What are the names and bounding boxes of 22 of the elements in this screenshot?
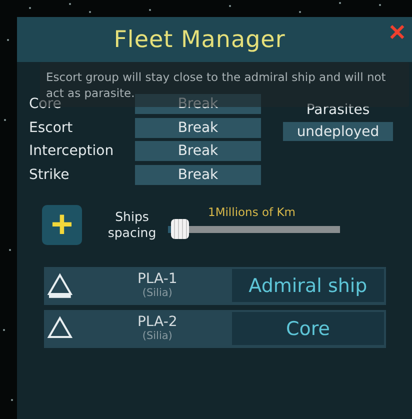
group-label: Interception bbox=[29, 143, 115, 159]
ship-name: PLA-2 bbox=[137, 314, 178, 330]
role-button[interactable]: Admiral ship bbox=[232, 269, 384, 302]
ship-class: (Silia) bbox=[142, 287, 172, 300]
role-button[interactable]: Core bbox=[232, 312, 384, 345]
window-title: Fleet Manager bbox=[114, 26, 286, 52]
ship-row[interactable]: PLA-1 (Silia) Admiral ship bbox=[44, 266, 386, 304]
group-label: Strike bbox=[29, 166, 70, 182]
group-label: Core bbox=[29, 96, 62, 112]
parasites-label: Parasites bbox=[306, 102, 370, 118]
break-button[interactable]: Break bbox=[135, 164, 261, 184]
ship-row[interactable]: PLA-2 (Silia) Core bbox=[44, 310, 386, 348]
spacing-label: Ships spacing bbox=[106, 208, 158, 240]
spacing-reading: 1Millions of Km bbox=[208, 204, 296, 218]
add-button[interactable]: + bbox=[42, 204, 82, 244]
group-label: Escort bbox=[29, 120, 74, 136]
ship-name: PLA-1 bbox=[137, 271, 178, 287]
break-button[interactable]: Break bbox=[135, 141, 261, 161]
ship-class: (Silia) bbox=[142, 330, 172, 343]
parasites-button[interactable]: undeployed bbox=[283, 122, 393, 141]
slider-thumb[interactable] bbox=[171, 218, 190, 238]
break-button[interactable]: Break bbox=[135, 118, 261, 138]
